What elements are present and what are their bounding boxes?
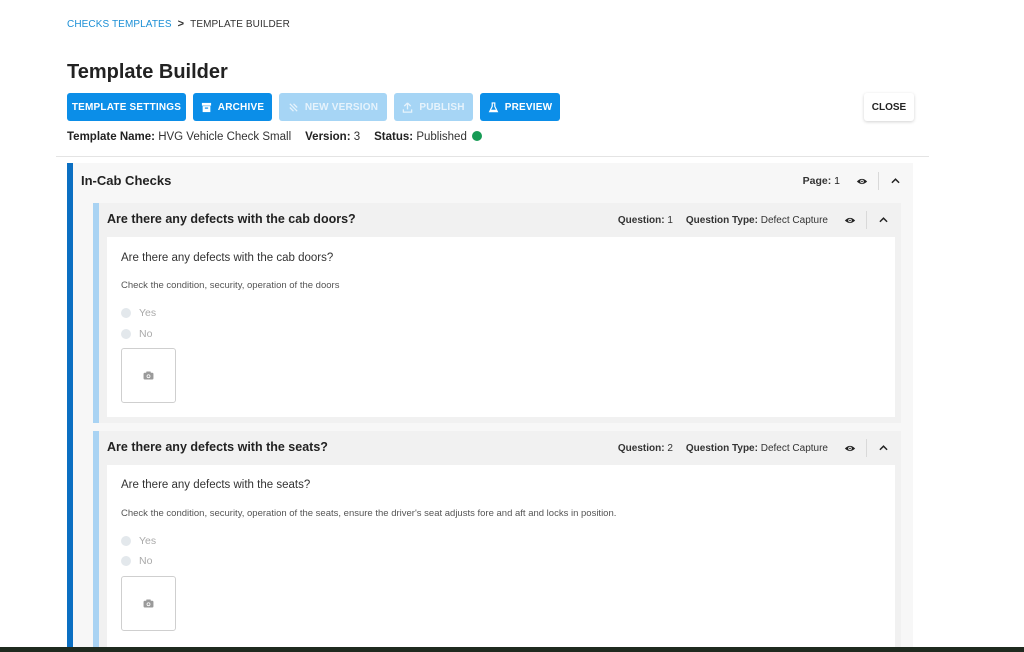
question-number-label: Question:	[617, 214, 665, 226]
radio-circle	[121, 536, 131, 546]
radio-option-no[interactable]: No	[121, 328, 152, 340]
question-card: Are there any defects with the seats? Qu…	[93, 431, 901, 652]
question-card: Are there any defects with the cab doors…	[93, 203, 901, 423]
camera-icon	[143, 599, 154, 608]
question-text: Are there any defects with the seats?	[121, 479, 311, 491]
question-preview: Are there any defects with the seats? Ch…	[107, 465, 895, 652]
template-version-value: 3	[353, 131, 361, 143]
chevron-up-icon[interactable]	[875, 440, 891, 456]
template-name-label: Template Name:	[67, 131, 155, 143]
eye-icon[interactable]	[842, 212, 858, 228]
publish-button[interactable]: PUBLISH	[394, 93, 473, 121]
archive-box-icon	[201, 102, 211, 112]
question-number-label: Question:	[617, 442, 665, 454]
question-number: 2	[667, 442, 673, 454]
question-controls: Question: 1 Question Type: Defect Captur…	[618, 211, 891, 229]
template-version-label: Version:	[305, 131, 351, 143]
camera-icon	[143, 371, 154, 380]
radio-label: No	[139, 555, 153, 567]
publish-label: PUBLISH	[419, 101, 465, 113]
eye-icon[interactable]	[854, 173, 870, 189]
new-version-label: NEW VERSION	[304, 101, 379, 113]
template-name-value: HVG Vehicle Check Small	[158, 131, 292, 143]
template-status-value: Published	[416, 131, 467, 143]
archive-button[interactable]: ARCHIVE	[193, 93, 272, 121]
status-indicator-dot	[472, 131, 483, 141]
page-section: In-Cab Checks Page: 1 Are there any defe…	[67, 163, 913, 652]
question-title: Are there any defects with the seats?	[107, 440, 328, 454]
eye-icon[interactable]	[842, 440, 858, 456]
photo-capture-button[interactable]	[121, 576, 176, 631]
radio-option-yes[interactable]: Yes	[121, 535, 156, 547]
question-controls: Question: 2 Question Type: Defect Captur…	[618, 439, 891, 457]
page-section-controls: Page: 1	[803, 172, 903, 190]
toolbar: TEMPLATE SETTINGS ARCHIVE NEW VERSION PU…	[67, 93, 560, 121]
question-type: Defect Capture	[760, 442, 828, 454]
radio-circle	[121, 556, 131, 566]
question-type-label: Question Type:	[685, 442, 758, 454]
controls-divider	[866, 439, 867, 457]
archive-label: ARCHIVE	[217, 101, 265, 113]
close-button[interactable]: CLOSE	[864, 93, 914, 121]
template-name: Template Name: HVG Vehicle Check Small	[67, 131, 291, 143]
question-type: Defect Capture	[760, 214, 828, 226]
question-type-label: Question Type:	[685, 214, 758, 226]
preview-button[interactable]: PREVIEW	[480, 93, 560, 121]
upload-icon	[403, 101, 413, 113]
template-settings-label: TEMPLATE SETTINGS	[71, 101, 182, 113]
controls-divider	[878, 172, 879, 190]
breadcrumb: CHECKS TEMPLATES > TEMPLATE BUILDER	[67, 18, 290, 30]
new-version-button[interactable]: NEW VERSION	[279, 93, 387, 121]
page-label: Page:	[802, 175, 832, 187]
question-header: Are there any defects with the cab doors…	[99, 203, 901, 235]
page-section-header: In-Cab Checks Page: 1	[73, 163, 913, 197]
radio-circle	[121, 329, 131, 339]
window-bottom-edge	[0, 647, 1024, 652]
radio-option-no[interactable]: No	[121, 555, 152, 567]
question-hint: Check the condition, security, operation…	[121, 280, 340, 291]
page-title: Template Builder	[67, 61, 228, 83]
breadcrumb-checks-templates-link[interactable]: CHECKS TEMPLATES	[67, 19, 172, 30]
question-title: Are there any defects with the cab doors…	[107, 212, 356, 226]
breadcrumb-current: TEMPLATE BUILDER	[190, 18, 290, 30]
new-version-icon	[289, 102, 298, 112]
preview-label: PREVIEW	[504, 101, 553, 113]
question-header: Are there any defects with the seats? Qu…	[99, 431, 901, 463]
template-settings-button[interactable]: TEMPLATE SETTINGS	[67, 93, 186, 121]
template-status: Status: Published	[374, 131, 483, 143]
radio-circle	[121, 308, 131, 318]
template-status-label: Status:	[374, 131, 414, 143]
breadcrumb-separator: >	[177, 18, 185, 30]
template-version: Version: 3	[305, 131, 360, 143]
chevron-up-icon[interactable]	[875, 212, 891, 228]
radio-label: Yes	[139, 307, 157, 319]
radio-label: Yes	[139, 535, 157, 547]
header-divider	[56, 156, 929, 157]
question-preview: Are there any defects with the cab doors…	[107, 237, 895, 417]
photo-capture-button[interactable]	[121, 348, 176, 403]
controls-divider	[866, 211, 867, 229]
flask-icon	[488, 101, 499, 112]
page-number: 1	[834, 175, 840, 187]
question-number: 1	[667, 214, 673, 226]
radio-label: No	[139, 328, 153, 340]
question-hint: Check the condition, security, operation…	[121, 508, 617, 519]
radio-option-yes[interactable]: Yes	[121, 307, 156, 319]
template-meta: Template Name: HVG Vehicle Check Small V…	[67, 131, 483, 143]
question-text: Are there any defects with the cab doors…	[121, 252, 334, 264]
page-section-title: In-Cab Checks	[81, 172, 172, 188]
chevron-up-icon[interactable]	[887, 173, 903, 189]
